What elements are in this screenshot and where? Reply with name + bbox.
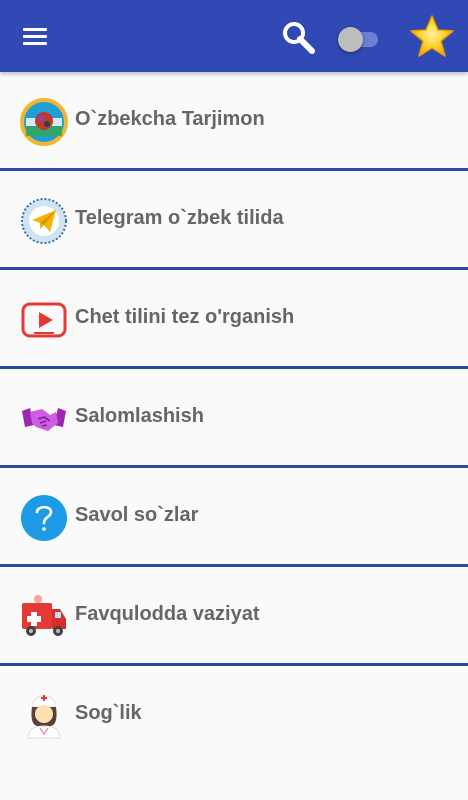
telegram-plane-icon bbox=[20, 197, 68, 245]
item-label: Sog`lik bbox=[75, 702, 142, 724]
handshake-icon bbox=[20, 395, 68, 443]
nurse-icon bbox=[20, 692, 68, 740]
switch-toggle[interactable] bbox=[336, 24, 384, 52]
item-label: O`zbekcha Tarjimon bbox=[75, 108, 265, 130]
item-label: Telegram o`zbek tilida bbox=[75, 207, 284, 229]
star-icon[interactable] bbox=[408, 14, 456, 60]
list-item-telegram[interactable]: Telegram o`zbek tilida bbox=[0, 171, 468, 270]
item-label: Savol so`zlar bbox=[75, 504, 199, 526]
item-label: Salomlashish bbox=[75, 405, 204, 427]
flag-globe-icon bbox=[20, 98, 68, 146]
list-item-health[interactable]: Sog`lik bbox=[0, 666, 468, 765]
list-item-emergency[interactable]: Favqulodda vaziyat bbox=[0, 567, 468, 666]
toggle-thumb bbox=[338, 27, 363, 52]
list-item-question-words[interactable]: Savol so`zlar bbox=[0, 468, 468, 567]
ambulance-icon bbox=[20, 593, 68, 641]
list-item-greetings[interactable]: Salomlashish bbox=[0, 369, 468, 468]
menu-list: O`zbekcha Tarjimon Telegram o`zbek tilid… bbox=[0, 72, 468, 765]
hamburger-menu-icon[interactable] bbox=[22, 25, 50, 47]
question-mark-icon bbox=[20, 494, 68, 542]
item-label: Favqulodda vaziyat bbox=[75, 603, 260, 625]
list-item-translator[interactable]: O`zbekcha Tarjimon bbox=[0, 72, 468, 171]
app-bar bbox=[0, 0, 468, 72]
magnifier-icon[interactable] bbox=[280, 20, 318, 56]
youtube-play-icon bbox=[20, 296, 68, 344]
item-label: Chet tilini tez o'rganish bbox=[75, 306, 295, 328]
list-item-learn-fast[interactable]: Chet tilini tez o'rganish bbox=[0, 270, 468, 369]
